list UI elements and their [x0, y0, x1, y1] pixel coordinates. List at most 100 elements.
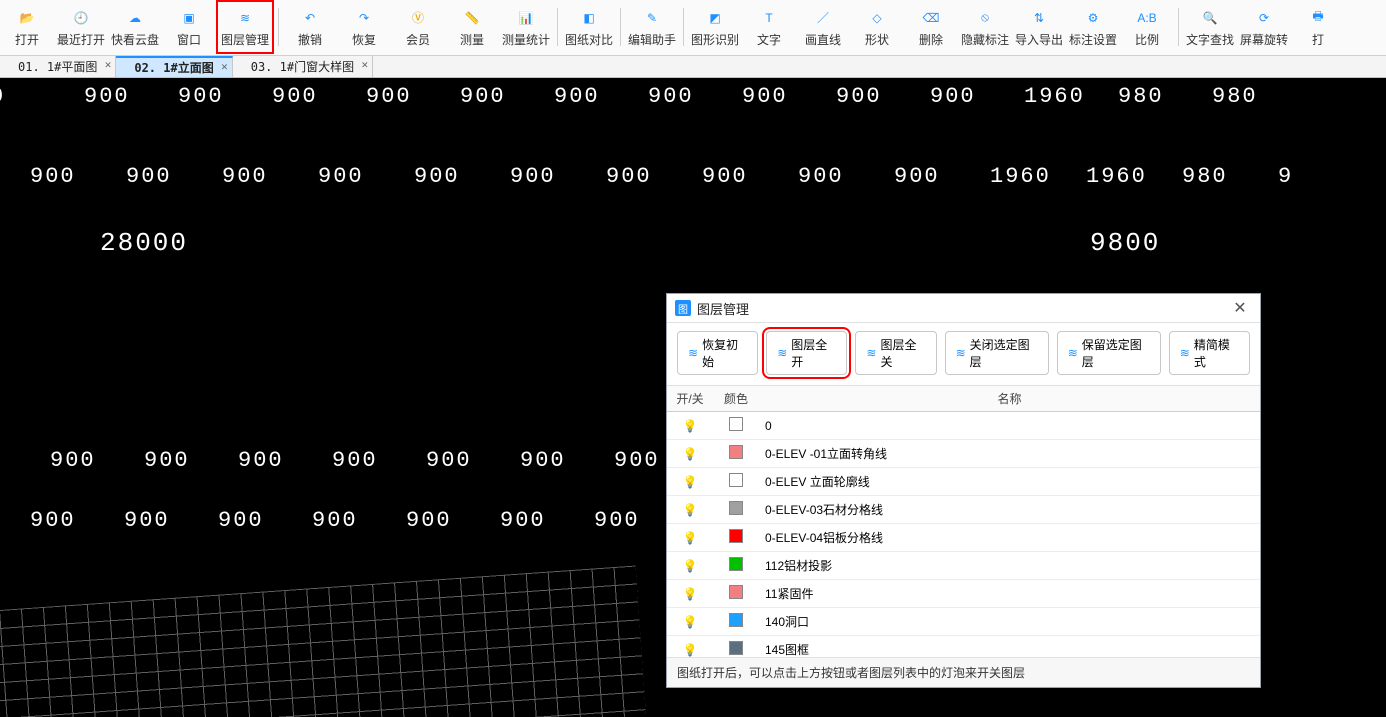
layer-toggle-bulb[interactable]: 💡: [667, 580, 713, 608]
layer-row[interactable]: 💡 140洞口: [667, 608, 1260, 636]
document-tab[interactable]: 02. 1#立面图✕: [116, 56, 232, 77]
layer-all-off-button[interactable]: ≋图层全关: [855, 331, 936, 375]
toolbar-shape-rec-button[interactable]: ◩图形识别: [688, 0, 742, 54]
layer-color-swatch[interactable]: [713, 524, 759, 552]
button-label: 图层全关: [880, 336, 925, 370]
dimension-value: 980: [1212, 84, 1258, 109]
layer-row[interactable]: 💡11紧固件: [667, 580, 1260, 608]
layer-all-on-button[interactable]: ≋图层全开: [766, 331, 847, 375]
layer-color-swatch[interactable]: [713, 496, 759, 524]
layer-toggle-bulb[interactable]: 💡: [667, 608, 713, 636]
dimension-value: 900: [460, 84, 506, 109]
toolbar-shape-button[interactable]: ◇形状: [850, 0, 904, 54]
toolbar-redo-button[interactable]: ↷恢复: [337, 0, 391, 54]
toolbar-undo-button[interactable]: ↶撤销: [283, 0, 337, 54]
toolbar-scale-button[interactable]: A:B比例: [1120, 0, 1174, 54]
layer-toggle-bulb[interactable]: 💡: [667, 412, 713, 440]
dialog-button-row: ≋恢复初始≋图层全开≋图层全关≋关闭选定图层≋保留选定图层≋精简模式: [667, 323, 1260, 386]
layer-row[interactable]: 💡 0-ELEV -01立面转角线: [667, 440, 1260, 468]
scale-icon: A:B: [1136, 7, 1158, 29]
toolbar-delete-button[interactable]: ⌫删除: [904, 0, 958, 54]
layer-toggle-bulb[interactable]: 💡: [667, 552, 713, 580]
document-tab[interactable]: 03. 1#门窗大样图✕: [233, 56, 373, 77]
toolbar-label: 形状: [865, 31, 889, 48]
edit-assist-icon: ✎: [641, 7, 663, 29]
layer-color-swatch[interactable]: [713, 412, 759, 440]
dialog-close-button[interactable]: ✕: [1228, 298, 1252, 318]
toolbar-line-button[interactable]: ／画直线: [796, 0, 850, 54]
layer-row[interactable]: 💡0-ELEV-03石材分格线: [667, 496, 1260, 524]
layer-toggle-bulb[interactable]: 💡: [667, 636, 713, 659]
dimension-value: 900: [614, 448, 660, 473]
layer-row[interactable]: 💡0: [667, 412, 1260, 440]
toolbar-text-button[interactable]: T文字: [742, 0, 796, 54]
toolbar-measure-stats-button[interactable]: 📊测量统计: [499, 0, 553, 54]
toolbar-label: 文字查找: [1186, 31, 1234, 48]
layer-toggle-bulb[interactable]: 💡: [667, 440, 713, 468]
tab-close-icon[interactable]: ✕: [361, 58, 368, 71]
dimension-value: 900: [500, 508, 546, 533]
layer-toggle-bulb[interactable]: 💡: [667, 468, 713, 496]
toolbar-vip-button[interactable]: Ⓥ会员: [391, 0, 445, 54]
dimension-value: 900: [702, 164, 748, 189]
dialog-titlebar[interactable]: 图 图层管理 ✕: [667, 294, 1260, 323]
toolbar-label: 图层管理: [221, 31, 269, 48]
toolbar-measure-button[interactable]: 📏测量: [445, 0, 499, 54]
layer-keep-sel-button[interactable]: ≋保留选定图层: [1057, 331, 1161, 375]
toolbar-edit-assist-button[interactable]: ✎编辑助手: [625, 0, 679, 54]
toolbar-rotate-screen-button[interactable]: ⟳屏幕旋转: [1237, 0, 1291, 54]
text-icon: T: [758, 7, 780, 29]
cloud-icon: ☁: [124, 7, 146, 29]
layer-color-swatch[interactable]: [713, 580, 759, 608]
toolbar-compare-button[interactable]: ◧图纸对比: [562, 0, 616, 54]
layer-color-swatch[interactable]: [713, 468, 759, 496]
toolbar-recent-button[interactable]: 🕘最近打开: [54, 0, 108, 54]
dimension-value: 900: [520, 448, 566, 473]
layer-name: 140洞口: [759, 608, 1260, 636]
layer-name: 112铝材投影: [759, 552, 1260, 580]
layers-icon: ≋: [688, 346, 698, 360]
dimension-value: 9: [1278, 164, 1293, 189]
dimension-value: 900: [798, 164, 844, 189]
dialog-hint: 图纸打开后，可以点击上方按钮或者图层列表中的灯泡来开关图层: [667, 658, 1260, 687]
toolbar-open-button[interactable]: 📂打开: [0, 0, 54, 54]
layer-color-swatch[interactable]: [713, 552, 759, 580]
dimension-value: 900: [594, 508, 640, 533]
layer-row[interactable]: 💡0-ELEV 立面轮廓线: [667, 468, 1260, 496]
toolbar-label: 恢复: [352, 31, 376, 48]
layer-compact-button[interactable]: ≋精简模式: [1169, 331, 1250, 375]
hatch-grid: [0, 566, 646, 717]
toolbar-label: 导入导出: [1015, 31, 1063, 48]
tab-close-icon[interactable]: ✕: [105, 58, 112, 71]
layer-restore-button[interactable]: ≋恢复初始: [677, 331, 758, 375]
toolbar-import-export-button[interactable]: ⇅导入导出: [1012, 0, 1066, 54]
layer-name: 0-ELEV -01立面转角线: [759, 440, 1260, 468]
dialog-title: 图层管理: [697, 299, 749, 318]
layer-color-swatch[interactable]: [713, 636, 759, 659]
tab-label: 01. 1#平面图: [18, 58, 97, 75]
toolbar-label: 标注设置: [1069, 31, 1117, 48]
layer-row[interactable]: 💡145图框: [667, 636, 1260, 659]
toolbar-layer-manager-button[interactable]: ≋图层管理: [216, 0, 274, 54]
document-tab[interactable]: 01. 1#平面图 ✕: [0, 56, 116, 77]
layer-color-swatch[interactable]: [713, 608, 759, 636]
toolbar-window-button[interactable]: ▣窗口: [162, 0, 216, 54]
dimension-total: 9800: [1090, 228, 1160, 258]
recent-icon: 🕘: [70, 7, 92, 29]
tab-close-icon[interactable]: ✕: [221, 60, 228, 73]
toolbar-note-settings-button[interactable]: ⚙标注设置: [1066, 0, 1120, 54]
layer-color-swatch[interactable]: [713, 440, 759, 468]
toolbar-text-search-button[interactable]: 🔍文字查找: [1183, 0, 1237, 54]
toolbar-hide-note-button[interactable]: ⦸隐藏标注: [958, 0, 1012, 54]
toolbar-label: 图形识别: [691, 31, 739, 48]
toolbar-separator: [278, 8, 279, 46]
layer-toggle-bulb[interactable]: 💡: [667, 496, 713, 524]
toolbar-print-button[interactable]: 🖶打: [1291, 0, 1345, 54]
dimension-value: 900: [426, 448, 472, 473]
toolbar-cloud-button[interactable]: ☁快看云盘: [108, 0, 162, 54]
layer-close-sel-button[interactable]: ≋关闭选定图层: [945, 331, 1049, 375]
dimension-value: 0: [0, 84, 5, 109]
layer-toggle-bulb[interactable]: 💡: [667, 524, 713, 552]
layer-row[interactable]: 💡0-ELEV-04铝板分格线: [667, 524, 1260, 552]
layer-row[interactable]: 💡 112铝材投影: [667, 552, 1260, 580]
